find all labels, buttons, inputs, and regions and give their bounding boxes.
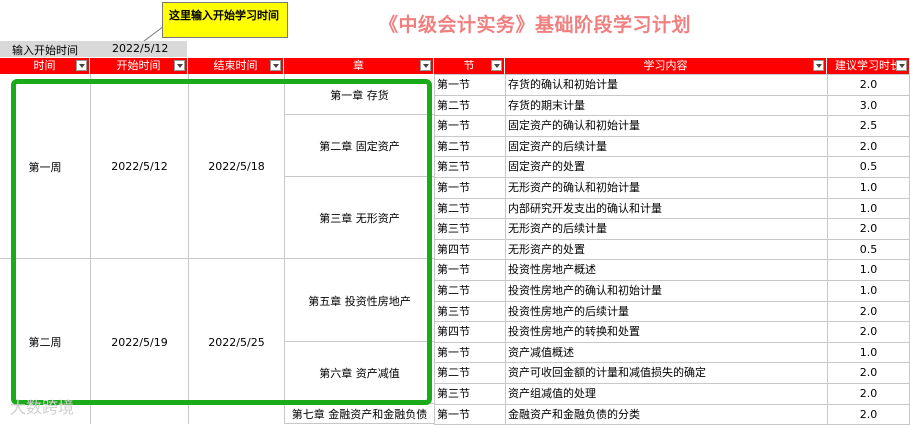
hours-cell: 1.0	[859, 346, 878, 359]
header-hours-label: 建议学习时长	[835, 59, 901, 72]
section-cell: 第三节	[437, 305, 470, 318]
content-cell: 资产减值概述	[508, 346, 574, 359]
content-cell: 投资性房地产的确认和初始计量	[508, 284, 662, 297]
page-title: 《中级会计实务》基础阶段学习计划	[378, 14, 691, 36]
section-cell: 第二节	[437, 99, 470, 112]
section-cell: 第二节	[437, 284, 470, 297]
hours-cell: 2.5	[859, 119, 878, 132]
watermark-text: 大数跨境	[10, 398, 75, 417]
header-section: 节	[434, 58, 505, 74]
filter-dropdown-icon[interactable]	[76, 60, 87, 71]
content-cell: 内部研究开发支出的确认和计量	[508, 202, 662, 215]
content-cell: 投资性房地产概述	[508, 263, 596, 276]
content-cell: 投资性房地产的后续计量	[508, 305, 629, 318]
section-cell: 第四节	[437, 325, 470, 338]
section-cell: 第二节	[437, 140, 470, 153]
header-start-label: 开始时间	[116, 59, 161, 72]
content-cell: 存货的确认和初始计量	[508, 78, 618, 91]
content-cell: 无形资产的处置	[508, 243, 585, 256]
hours-cell: 2.0	[859, 78, 878, 91]
header-start: 开始时间	[90, 58, 188, 74]
section-cell: 第一节	[437, 346, 470, 359]
section-cell: 第一节	[437, 119, 470, 132]
filter-dropdown-icon[interactable]	[491, 60, 502, 71]
content-cell: 资产组减值的处理	[508, 387, 596, 400]
content-cell: 固定资产的处置	[508, 160, 585, 173]
hours-cell: 1.0	[859, 263, 878, 276]
section-cell: 第三节	[437, 387, 470, 400]
chapter-cell: 第七章 金融资产和金融负债	[285, 405, 434, 424]
hours-cell: 2.0	[859, 305, 878, 318]
content-cell: 无形资产的后续计量	[508, 222, 607, 235]
start-date-row: 输入开始时间 2022/5/12	[0, 41, 187, 57]
section-cell: 第二节	[437, 366, 470, 379]
hours-cell: 1.0	[859, 284, 878, 297]
header-section-label: 节	[463, 59, 475, 72]
start-date-label: 输入开始时间	[12, 44, 78, 57]
section-cell: 第四节	[437, 243, 470, 256]
header-end: 结束时间	[188, 58, 284, 74]
content-cell: 资产可收回金额的计量和减值损失的确定	[508, 366, 706, 379]
header-hours: 建议学习时长	[827, 58, 910, 74]
hours-cell: 2.0	[859, 140, 878, 153]
hours-cell: 2.0	[859, 222, 878, 235]
content-cell: 无形资产的确认和初始计量	[508, 181, 640, 194]
filter-dropdown-icon[interactable]	[270, 60, 281, 71]
filter-dropdown-icon[interactable]	[420, 60, 431, 71]
hours-cell: 1.0	[859, 202, 878, 215]
header-end-label: 结束时间	[213, 59, 258, 72]
hours-cell: 3.0	[859, 99, 878, 112]
section-cell: 第一节	[437, 78, 470, 91]
header-content-label: 学习内容	[643, 59, 688, 72]
filter-dropdown-icon[interactable]	[896, 60, 907, 71]
start-date-input[interactable]: 2022/5/12	[112, 42, 168, 55]
filter-dropdown-icon[interactable]	[813, 60, 824, 71]
instruction-callout: 这里输入开始学习时间	[162, 2, 288, 38]
section-cell: 第三节	[437, 160, 470, 173]
hours-cell: 1.0	[859, 181, 878, 194]
header-chapter-label: 章	[353, 59, 364, 72]
hours-cell: 0.5	[859, 160, 878, 173]
highlight-box	[11, 79, 432, 405]
hours-cell: 2.0	[859, 366, 878, 379]
filter-dropdown-icon[interactable]	[174, 60, 185, 71]
hours-cell: 2.0	[859, 408, 878, 421]
header-content: 学习内容	[505, 58, 827, 74]
hours-cell: 2.0	[859, 387, 878, 400]
content-cell: 固定资产的确认和初始计量	[508, 119, 640, 132]
hours-cell: 0.5	[859, 243, 878, 256]
header-time-label: 时间	[33, 59, 56, 72]
content-cell: 投资性房地产的转换和处置	[508, 325, 640, 338]
section-cell: 第一节	[437, 263, 470, 276]
chapter-label: 第七章 金融资产和金融负债	[291, 408, 428, 421]
hours-cell: 2.0	[859, 325, 878, 338]
content-cell: 金融资产和金融负债的分类	[508, 408, 640, 421]
section-cell: 第一节	[437, 181, 470, 194]
content-cell: 存货的期末计量	[508, 99, 585, 112]
content-cell: 固定资产的后续计量	[508, 140, 607, 153]
section-cell: 第三节	[437, 222, 470, 235]
header-time: 时间	[0, 58, 90, 74]
header-chapter: 章	[284, 58, 434, 74]
section-cell: 第一节	[437, 408, 470, 421]
section-cell: 第二节	[437, 202, 470, 215]
